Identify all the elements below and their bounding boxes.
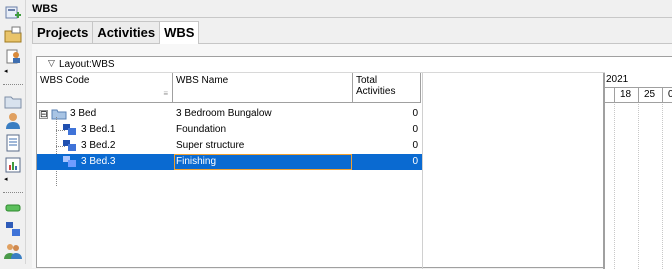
title-divider [28,17,672,18]
table-row[interactable]: 3 Bed.2 Super structure 0 [37,138,422,154]
gantt-week-label: 25 [644,89,656,100]
folder-icon [51,109,67,120]
table-row[interactable]: ⊟ 3 Bed 3 Bedroom Bungalow 0 [37,106,422,122]
gantt-gridline [638,104,639,269]
column-header-label: WBS Code [40,75,90,86]
wbs-name-edit-field[interactable]: Finishing [174,154,352,170]
tab-wbs[interactable]: WBS [159,21,200,44]
week-divider [638,87,639,103]
table-row-selected[interactable]: 3 Bed.3 Finishing 0 [37,154,422,170]
gantt-gridline [662,104,663,269]
chevron-down-icon[interactable]: ▽ [48,58,55,69]
collapse-icon[interactable]: ⊟ [39,110,48,119]
folder-icon[interactable] [4,92,22,110]
layout-label: Layout:WBS [59,59,115,70]
gantt-week-label: 0 [668,89,672,100]
table-row[interactable]: 3 Bed.1 Foundation 0 [37,122,422,138]
toolbar-divider [3,192,23,193]
wbs-name: Foundation [176,124,227,135]
grid-right-edge [422,73,423,269]
gantt-chart: 2021 18 25 0 [603,73,672,269]
week-divider [614,87,615,103]
wbs-node-icon [63,140,76,151]
people-icon[interactable] [4,242,22,260]
tab-activities[interactable]: Activities [92,21,161,43]
wbs-node-icon [63,124,76,135]
week-divider [662,87,663,103]
person-icon[interactable] [4,112,22,130]
left-toolbar: ◂ ◂ [0,0,26,264]
wbs-code: 3 Bed.2 [81,140,116,151]
layout-bar[interactable]: ▽ Layout:WBS [37,57,605,73]
tab-strip: Projects Activities WBS [32,21,200,44]
toolbar-scroll-arrow-icon[interactable]: ◂ [4,68,8,76]
toolbar-scroll-arrow-icon[interactable]: ◂ [4,176,8,184]
column-header-label: WBS Name [176,75,229,86]
wbs-code: 3 Bed.1 [81,124,116,135]
column-header-wbs-code[interactable]: WBS Code ≡ [37,73,173,103]
add-project-icon[interactable] [4,4,22,22]
sort-icon[interactable]: ≡ [163,89,168,98]
total-activities: 0 [412,156,418,167]
column-header-label: Total Activities [356,75,396,97]
user-edit-icon[interactable] [4,48,22,66]
wbs-name: Super structure [176,140,245,151]
toolbar-divider [3,84,23,85]
wbs-code: 3 Bed [70,108,97,119]
panel-title: WBS [32,3,58,15]
document-icon[interactable] [4,134,22,152]
green-bar-icon[interactable] [4,199,22,217]
gantt-gridline [614,104,615,269]
wbs-name: 3 Bedroom Bungalow [176,108,272,119]
chart-icon[interactable] [4,156,22,174]
open-folder-icon[interactable] [4,26,22,44]
wbs-code: 3 Bed.3 [81,156,116,167]
total-activities: 0 [412,108,418,119]
gantt-year-label: 2021 [606,74,629,85]
wbs-icon[interactable] [4,220,22,238]
total-activities: 0 [412,140,418,151]
tab-projects[interactable]: Projects [32,21,94,43]
wbs-table-frame: ▽ Layout:WBS WBS Code ≡ WBS Name Total A… [36,56,672,269]
total-activities: 0 [412,124,418,135]
column-header-wbs-name[interactable]: WBS Name [173,73,353,103]
gantt-timescale: 2021 18 25 0 [605,73,672,103]
column-header-total-activities[interactable]: Total Activities [353,73,421,103]
gantt-week-label: 18 [620,89,632,100]
wbs-node-icon [63,156,76,167]
